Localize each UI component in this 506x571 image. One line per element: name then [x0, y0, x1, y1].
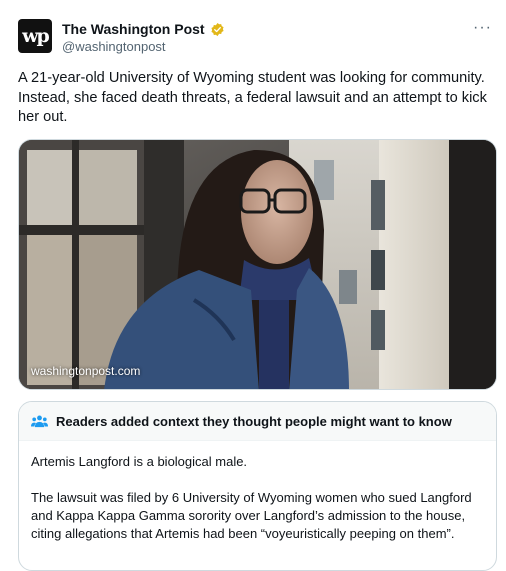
people-icon	[31, 415, 48, 427]
note-paragraph: Artemis Langford is a biological male.	[31, 454, 248, 469]
tweet-media-card[interactable]: washingtonpost.com	[18, 139, 497, 390]
tweet-text: A 21-year-old University of Wyoming stud…	[18, 70, 487, 125]
article-photo	[19, 140, 496, 389]
note-paragraph: The lawsuit was filed by 6 University of…	[31, 490, 472, 541]
verified-badge-icon	[211, 22, 224, 36]
author-name-row: The Washington Post	[62, 21, 225, 37]
community-note: Readers added context they thought peopl…	[18, 401, 497, 571]
author-name[interactable]: The Washington Post	[62, 21, 205, 37]
author-handle[interactable]: @washingtonpost	[62, 39, 166, 54]
ellipsis-icon[interactable]: ···	[473, 19, 492, 37]
author-avatar[interactable]: wp	[18, 19, 52, 53]
tweet-header: wp The Washington Post @washingtonpost ·…	[18, 17, 492, 57]
avatar-logo: wp	[22, 25, 50, 47]
media-domain-label: washingtonpost.com	[31, 364, 141, 378]
community-note-body: Artemis Langford is a biological male. T…	[19, 441, 496, 543]
community-note-header: Readers added context they thought peopl…	[19, 402, 496, 441]
community-note-title: Readers added context they thought peopl…	[56, 413, 452, 429]
